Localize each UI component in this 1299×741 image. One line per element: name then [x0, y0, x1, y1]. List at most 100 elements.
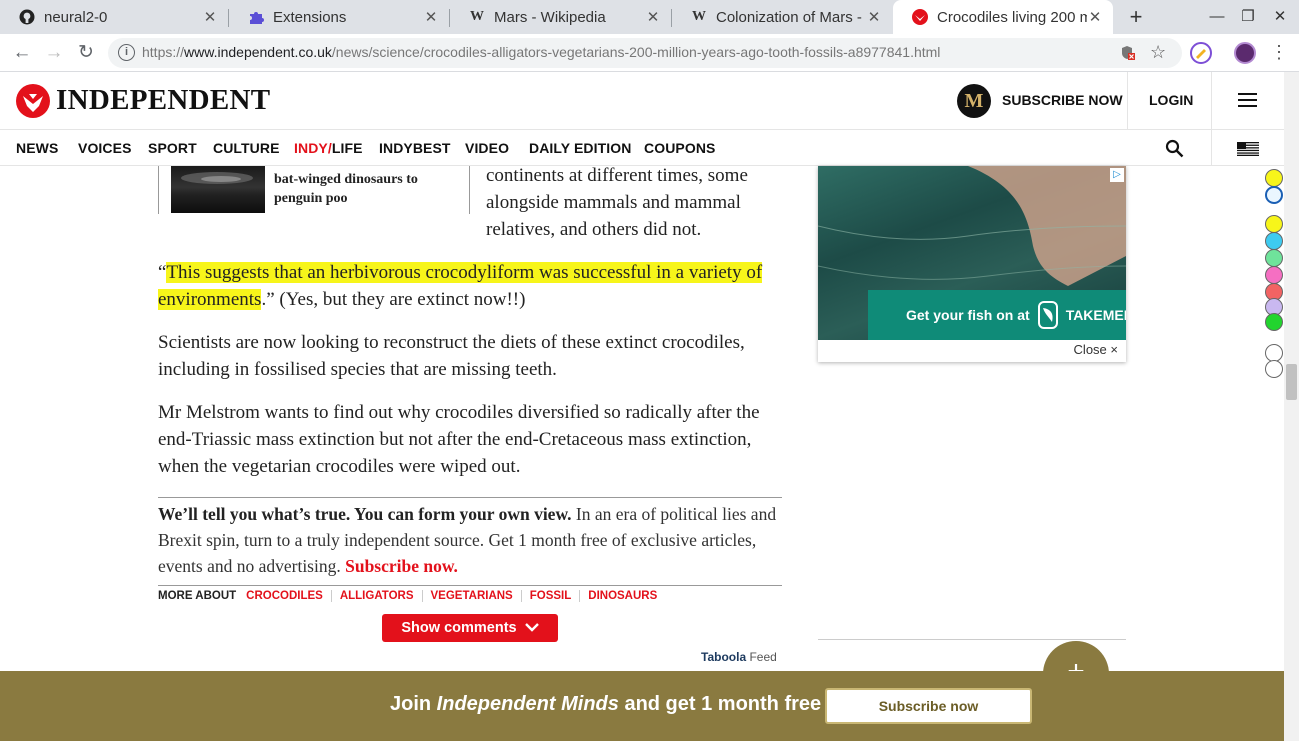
tab-close-icon[interactable]: ✕ [202, 8, 218, 26]
wikipedia-icon: W [470, 9, 484, 24]
color-swatch-pink[interactable] [1265, 266, 1283, 284]
nav-coupons[interactable]: COUPONS [644, 140, 716, 156]
nav-indybest[interactable]: INDYBEST [379, 140, 451, 156]
notes-list-icon[interactable] [1265, 360, 1283, 378]
fish-logo-icon [1037, 301, 1058, 329]
independent-minds-badge[interactable]: M [957, 84, 991, 118]
tag-crocodiles[interactable]: CROCODILES [246, 590, 331, 602]
tab-neural2-0[interactable]: neural2-0 ✕ [0, 0, 228, 34]
tag-fossil[interactable]: FOSSIL [520, 590, 580, 602]
more-about-tags: MORE ABOUT CROCODILES ALLIGATORS VEGETAR… [158, 588, 665, 604]
adchoices-icon[interactable]: ▷ [1110, 168, 1124, 182]
subscription-promo: We’ll tell you what’s true. You can form… [158, 497, 782, 586]
color-swatch-yellow[interactable] [1265, 215, 1283, 233]
tag-dinosaurs[interactable]: DINOSAURS [579, 590, 665, 602]
quote-tail: .” (Yes, but they are extinct now!!) [261, 289, 526, 310]
compass-icon[interactable] [1265, 186, 1283, 204]
restore-icon[interactable]: ❐ [1233, 5, 1263, 29]
url-text[interactable]: https://www.independent.co.uk/news/scien… [142, 44, 940, 60]
browser-toolbar: ← → ↻ i https://www.independent.co.uk/ne… [0, 34, 1299, 72]
nav-sport[interactable]: SPORT [148, 140, 197, 156]
show-comments-button[interactable]: Show comments [382, 614, 558, 642]
article-paragraph-fragment: continents at different times, some alon… [486, 165, 748, 240]
article-paragraph: Mr Melstrom wants to find out why crocod… [158, 402, 760, 477]
rail-divider [818, 639, 1126, 640]
promo-headline: We’ll tell you what’s true. You can form… [158, 504, 572, 524]
wikipedia-icon: W [692, 9, 706, 24]
page-scrollbar[interactable] [1284, 72, 1299, 741]
tab-mars-wikipedia[interactable]: W Mars - Wikipedia ✕ [450, 0, 671, 34]
taboola-brand: Taboola [701, 650, 747, 664]
nav-news[interactable]: NEWS [16, 140, 58, 156]
banner-post: and get 1 month free [618, 693, 822, 715]
related-article-card[interactable]: bat-winged dinosaurs to penguin poo [158, 166, 470, 214]
nav-culture[interactable]: CULTURE [213, 140, 280, 156]
chrome-menu-icon[interactable]: ⋮ [1270, 42, 1288, 62]
github-icon [18, 8, 36, 26]
minimize-icon[interactable]: — [1202, 5, 1232, 29]
independent-minds-banner: Join Independent Minds and get 1 month f… [0, 671, 1284, 741]
tab-close-icon[interactable]: ✕ [645, 8, 661, 26]
blocked-shield-icon[interactable] [1120, 45, 1135, 61]
banner-brand: Independent Minds [436, 693, 619, 715]
site-logo-text[interactable]: INDEPENDENT [56, 84, 270, 117]
independent-eagle-logo[interactable] [16, 84, 50, 118]
tab-crocodiles-active[interactable]: Crocodiles living 200 m ✕ [893, 0, 1113, 34]
section-nav: NEWS VOICES SPORT CULTURE INDY/LIFE INDY… [0, 130, 1284, 166]
color-swatch-bright-green[interactable] [1265, 313, 1283, 331]
tab-close-icon[interactable]: ✕ [866, 8, 882, 26]
article-quote-paragraph: “This suggests that an herbivorous croco… [158, 259, 783, 313]
tab-extensions[interactable]: Extensions ✕ [229, 0, 449, 34]
nav-daily-edition[interactable]: DAILY EDITION [529, 140, 631, 156]
related-article-title[interactable]: bat-winged dinosaurs to penguin poo [274, 170, 464, 208]
nav-voices[interactable]: VOICES [78, 140, 132, 156]
color-swatch-cyan[interactable] [1265, 232, 1283, 250]
nav-video[interactable]: VIDEO [465, 140, 509, 156]
more-about-label: MORE ABOUT [158, 590, 237, 602]
related-article-thumbnail[interactable] [171, 166, 265, 213]
promo-subscribe-link[interactable]: Subscribe now. [345, 556, 458, 576]
tab-title: Crocodiles living 200 m [937, 8, 1087, 26]
profile-avatar[interactable] [1234, 42, 1256, 64]
banner-subscribe-button[interactable]: Subscribe now [825, 688, 1032, 724]
ad-cta-text: Get your fish on at [906, 307, 1030, 323]
tab-close-icon[interactable]: ✕ [423, 8, 439, 26]
video-advertisement[interactable]: ▷ Get your fish on at TAKEMEFIS Close × [818, 166, 1126, 362]
color-swatch-green[interactable] [1265, 249, 1283, 267]
taboola-feed-text: Feed [749, 650, 777, 664]
bookmark-star-icon[interactable]: ☆ [1150, 42, 1166, 63]
login-link[interactable]: LOGIN [1149, 92, 1193, 108]
back-icon[interactable]: ← [9, 40, 35, 66]
site-info-icon[interactable]: i [118, 44, 135, 61]
url-scheme: https:// [142, 44, 185, 60]
article-paragraph: Scientists are now looking to reconstruc… [158, 332, 745, 380]
address-bar[interactable]: i https://www.independent.co.uk/news/sci… [108, 38, 1182, 68]
ad-video-frame[interactable]: ▷ Get your fish on at TAKEMEFIS [818, 166, 1126, 340]
window-close-icon[interactable]: ✕ [1265, 5, 1295, 29]
highlight-list-icon[interactable] [1265, 169, 1283, 187]
new-tab-button[interactable]: + [1124, 4, 1148, 30]
show-comments-label: Show comments [401, 620, 517, 636]
scrollbar-thumb[interactable] [1286, 364, 1297, 400]
tab-colonization-of-mars[interactable]: W Colonization of Mars - W ✕ [672, 0, 892, 34]
reload-icon[interactable]: ↻ [73, 40, 99, 66]
tab-title: Mars - Wikipedia [494, 8, 606, 26]
subscribe-now-link[interactable]: SUBSCRIBE NOW [1002, 92, 1123, 108]
tag-vegetarians[interactable]: VEGETARIANS [421, 590, 521, 602]
site-header: INDEPENDENT M SUBSCRIBE NOW LOGIN [0, 72, 1284, 130]
ad-call-to-action[interactable]: Get your fish on at TAKEMEFIS [868, 290, 1126, 340]
extension-highlighter-icon[interactable] [1190, 42, 1212, 64]
forward-icon[interactable]: → [41, 40, 67, 66]
tab-close-icon[interactable]: ✕ [1087, 8, 1103, 26]
hamburger-menu-icon[interactable] [1238, 93, 1257, 108]
taboola-feed-label[interactable]: Taboola Feed [701, 650, 777, 664]
tag-alligators[interactable]: ALLIGATORS [330, 590, 422, 602]
chevron-down-icon [524, 620, 539, 636]
ad-close-button[interactable]: Close × [1074, 342, 1118, 357]
us-flag-icon[interactable] [1237, 142, 1259, 156]
search-icon[interactable] [1165, 139, 1184, 158]
nav-indy-prefix: INDY/ [294, 140, 332, 156]
nav-life-suffix: LIFE [331, 140, 363, 156]
url-host: www.independent.co.uk [184, 44, 332, 60]
nav-indy-life[interactable]: INDY/LIFE [294, 140, 363, 156]
